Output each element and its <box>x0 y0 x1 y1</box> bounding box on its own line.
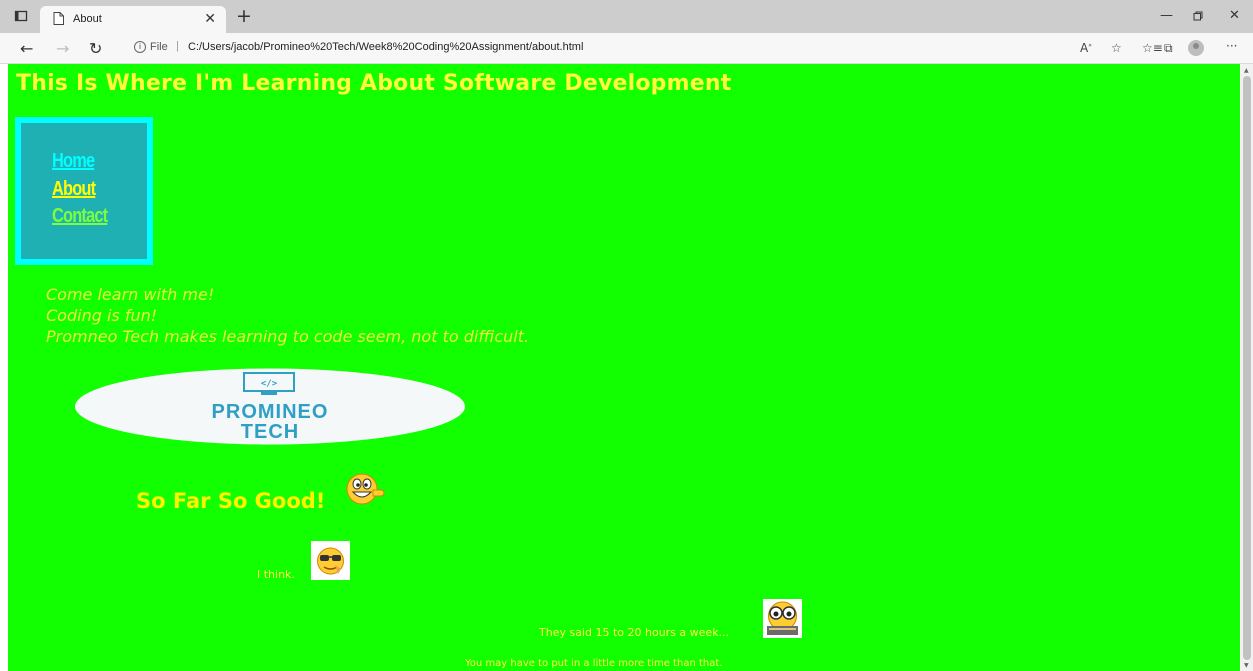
close-tab-icon[interactable]: ✕ <box>204 11 216 27</box>
tab-bar: About ✕ + — ✕ <box>0 0 1253 33</box>
scroll-down-icon[interactable]: ▼ <box>1244 662 1249 669</box>
page-title: This Is Where I'm Learning About Softwar… <box>16 71 732 96</box>
logo-line-1: PROMINEO <box>212 401 329 423</box>
page-icon <box>53 12 64 25</box>
url-separator: | <box>176 40 179 52</box>
more-time-text: You may have to put in a little more tim… <box>465 658 723 669</box>
tab-title: About <box>73 13 102 25</box>
tab-actions-icon[interactable] <box>14 9 28 23</box>
so-far-heading: So Far So Good! <box>136 489 326 513</box>
forward-icon[interactable]: → <box>56 39 69 58</box>
nerd-face-icon <box>311 541 350 580</box>
i-think-text: I think. <box>257 568 295 581</box>
intro-line: Come learn with me! <box>46 285 215 304</box>
minimize-icon[interactable]: — <box>1160 8 1173 23</box>
smiley-thumbs-up-icon <box>346 473 385 505</box>
scrollbar-thumb[interactable] <box>1243 76 1251 660</box>
reading-face-icon <box>763 599 802 638</box>
url-scheme: File <box>150 41 168 53</box>
page-viewport: This Is Where I'm Learning About Softwar… <box>8 64 1240 671</box>
tab-about[interactable]: About ✕ <box>40 6 226 33</box>
collections-icon[interactable]: ⧉ <box>1164 41 1173 56</box>
new-tab-icon[interactable]: + <box>236 5 252 27</box>
svg-text:</>: </> <box>261 379 278 389</box>
info-icon[interactable]: i <box>134 41 146 53</box>
logo-line-2: TECH <box>241 421 299 443</box>
refresh-icon[interactable]: ↻ <box>89 39 102 58</box>
address-toolbar: ← → ↻ i File | C:/Users/jacob/Promineo%2… <box>0 33 1253 64</box>
nav-box: Home About Contact <box>15 117 153 265</box>
close-window-icon[interactable]: ✕ <box>1229 8 1240 23</box>
scroll-up-icon[interactable]: ▲ <box>1244 67 1249 74</box>
back-icon[interactable]: ← <box>20 39 33 58</box>
intro-text: Come learn with me! Coding is fun! Promn… <box>46 284 529 347</box>
more-menu-icon[interactable]: ··· <box>1226 39 1237 53</box>
address-bar[interactable]: i File | C:/Users/jacob/Promineo%20Tech/… <box>122 38 1066 58</box>
profile-avatar[interactable] <box>1188 40 1204 56</box>
hours-text: They said 15 to 20 hours a week... <box>539 626 730 639</box>
favorite-star-icon[interactable]: ☆ <box>1111 41 1122 55</box>
read-aloud-icon[interactable]: A» <box>1080 41 1092 55</box>
nav-link-about[interactable]: About <box>52 178 96 201</box>
vertical-scrollbar[interactable]: ▲ ▼ <box>1241 64 1253 671</box>
favorites-list-icon[interactable]: ☆≡ <box>1142 41 1163 55</box>
intro-line: Coding is fun! <box>46 306 158 325</box>
nav-link-home[interactable]: Home <box>52 150 95 173</box>
restore-icon[interactable] <box>1193 11 1203 21</box>
intro-line: Promneo Tech makes learning to code seem… <box>46 327 530 346</box>
url-text[interactable]: C:/Users/jacob/Promineo%20Tech/Week8%20C… <box>188 41 583 53</box>
nav-link-contact[interactable]: Contact <box>52 205 108 228</box>
promineo-tech-logo: </> PROMINEO TECH <box>75 368 465 445</box>
